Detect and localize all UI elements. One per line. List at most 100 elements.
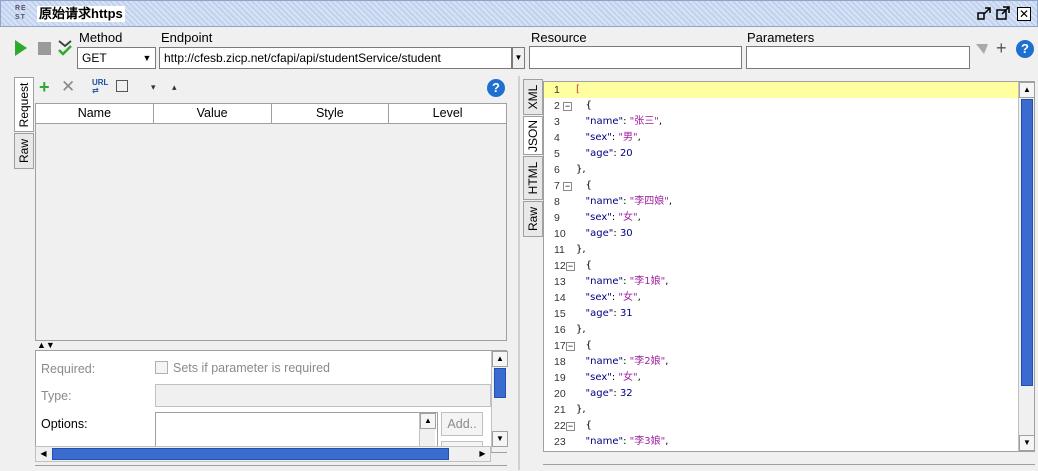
form-vertical-scrollbar[interactable]: ▲ ▼ — [491, 351, 508, 452]
code-text: [ — [576, 84, 580, 95]
code-line: 9 "sex": "女", — [544, 210, 1019, 226]
method-select[interactable]: GET ▼ — [77, 47, 156, 69]
remove-param-icon[interactable]: ✕ — [61, 78, 75, 96]
url-encode-icon[interactable]: URL ⇄ — [92, 79, 108, 95]
code-line: 13 "name": "李1娘", — [544, 274, 1019, 290]
required-checkbox[interactable] — [155, 361, 168, 374]
clear-icon[interactable] — [116, 80, 128, 92]
add-option-button[interactable]: Add.. — [441, 412, 483, 436]
scroll-up-icon[interactable]: ▲ — [420, 413, 436, 429]
scroll-down-icon[interactable]: ▼ — [1019, 435, 1034, 451]
window-title: 原始请求https — [37, 6, 125, 22]
detach-icon[interactable] — [995, 6, 1011, 22]
type-select[interactable] — [155, 384, 491, 407]
code-text: { — [576, 420, 592, 431]
code-line: 2− { — [544, 98, 1019, 114]
column-value[interactable]: Value — [154, 104, 272, 123]
code-line: 7− { — [544, 178, 1019, 194]
code-line: 6}, — [544, 162, 1019, 178]
code-line: 18 "name": "李2娘", — [544, 354, 1019, 370]
column-style[interactable]: Style — [272, 104, 390, 123]
scroll-thumb[interactable] — [494, 368, 506, 398]
code-line: 11}, — [544, 242, 1019, 258]
fold-toggle-icon[interactable]: − — [563, 182, 572, 191]
code-line: 8 "name": "李四娘", — [544, 194, 1019, 210]
json-response-editor[interactable]: 1[2− {3 "name": "张三", 4 "sex": "男", 5 "age… — [543, 81, 1035, 452]
tab-raw-response[interactable]: Raw — [523, 201, 543, 237]
run-icon[interactable] — [14, 40, 28, 59]
scroll-down-icon[interactable]: ▼ — [492, 431, 508, 447]
scroll-up-icon[interactable]: ▲ — [492, 351, 508, 367]
code-line: 5 "age": 20 — [544, 146, 1019, 162]
code-line: 3 "name": "张三", — [544, 114, 1019, 130]
column-name[interactable]: Name — [36, 104, 154, 123]
add-param-icon[interactable]: + — [39, 78, 50, 96]
tab-xml[interactable]: XML — [523, 79, 543, 115]
form-horizontal-scrollbar[interactable]: ◀ ▶ — [35, 446, 491, 462]
code-text: "name": "李2娘", — [585, 356, 669, 367]
rest-request-window: RE ST 原始请求https ✕ Method GET ▼ Endpoint h… — [0, 0, 1038, 471]
code-line: 17− { — [544, 338, 1019, 354]
code-text: "age": 31 — [585, 308, 633, 319]
scroll-up-icon[interactable]: ▲ — [1019, 82, 1034, 98]
line-number: 6 — [554, 164, 560, 176]
endpoint-input[interactable]: http://cfesb.zicp.net/cfapi/api/studentS… — [159, 47, 512, 69]
endpoint-dropdown-icon[interactable]: ▼ — [512, 47, 525, 69]
code-line: 21}, — [544, 402, 1019, 418]
options-label: Options: — [41, 417, 88, 431]
scroll-left-icon[interactable]: ◀ — [37, 448, 50, 460]
params-table[interactable]: Name Value Style Level — [35, 103, 507, 341]
code-line: 12− { — [544, 258, 1019, 274]
help-icon[interactable]: ? — [1016, 40, 1034, 58]
fold-toggle-icon[interactable]: − — [566, 342, 575, 351]
code-line: 10 "age": 30 — [544, 226, 1019, 242]
line-number: 21 — [554, 404, 566, 416]
tab-request[interactable]: Request — [14, 77, 34, 132]
param-detail-form: Required: Sets if parameter is required … — [35, 350, 508, 453]
line-number: 9 — [554, 212, 560, 224]
required-label: Required: — [41, 362, 96, 376]
scroll-thumb[interactable] — [1021, 99, 1033, 386]
panel-splitter[interactable] — [518, 76, 520, 470]
tab-html[interactable]: HTML — [523, 156, 543, 200]
line-number: 4 — [554, 132, 560, 144]
scroll-right-icon[interactable]: ▶ — [476, 448, 489, 460]
stop-icon[interactable] — [38, 42, 51, 55]
move-up-icon[interactable]: ▴ — [172, 82, 177, 93]
code-text: "age": 32 — [585, 388, 633, 399]
tab-html-label: HTML — [526, 161, 540, 195]
tab-raw-request[interactable]: Raw — [14, 133, 34, 169]
fold-toggle-icon[interactable]: − — [563, 102, 572, 111]
line-number: 14 — [554, 292, 566, 304]
response-vertical-scrollbar[interactable]: ▲ ▼ — [1018, 82, 1034, 451]
window-title-bar: RE ST 原始请求https ✕ — [0, 0, 1038, 27]
line-number: 1 — [554, 84, 560, 96]
endpoint-label: Endpoint — [161, 30, 213, 45]
code-text: "age": 20 — [585, 148, 633, 159]
code-text: "sex": "女", — [585, 292, 641, 303]
line-number: 15 — [554, 308, 566, 320]
scroll-thumb[interactable] — [52, 448, 449, 460]
close-icon[interactable]: ✕ — [1017, 7, 1031, 21]
parameters-input[interactable] — [746, 46, 970, 69]
column-level[interactable]: Level — [389, 104, 506, 123]
fold-toggle-icon[interactable]: − — [566, 262, 575, 271]
tab-json[interactable]: JSON — [523, 116, 543, 155]
resource-label: Resource — [531, 30, 587, 45]
line-number: 3 — [554, 116, 560, 128]
extract-params-icon[interactable] — [975, 42, 989, 59]
add-icon[interactable]: + — [996, 38, 1007, 59]
parameters-label: Parameters — [747, 30, 815, 45]
request-help-icon[interactable]: ? — [487, 79, 505, 97]
chevron-down-icon[interactable]: ▼ — [139, 48, 155, 68]
splitter-arrows-icon[interactable]: ▲▼ — [37, 340, 55, 350]
validate-icon[interactable] — [57, 38, 73, 61]
move-down-icon[interactable]: ▾ — [151, 82, 156, 93]
code-text: "name": "李3娘", — [585, 436, 669, 447]
fold-toggle-icon[interactable]: − — [566, 422, 575, 431]
resource-input[interactable] — [529, 46, 742, 69]
code-text: "name": "李四娘", — [585, 196, 673, 207]
code-line: 1[ — [544, 82, 1019, 98]
type-label: Type: — [41, 389, 72, 403]
minimize-icon[interactable] — [976, 6, 992, 22]
